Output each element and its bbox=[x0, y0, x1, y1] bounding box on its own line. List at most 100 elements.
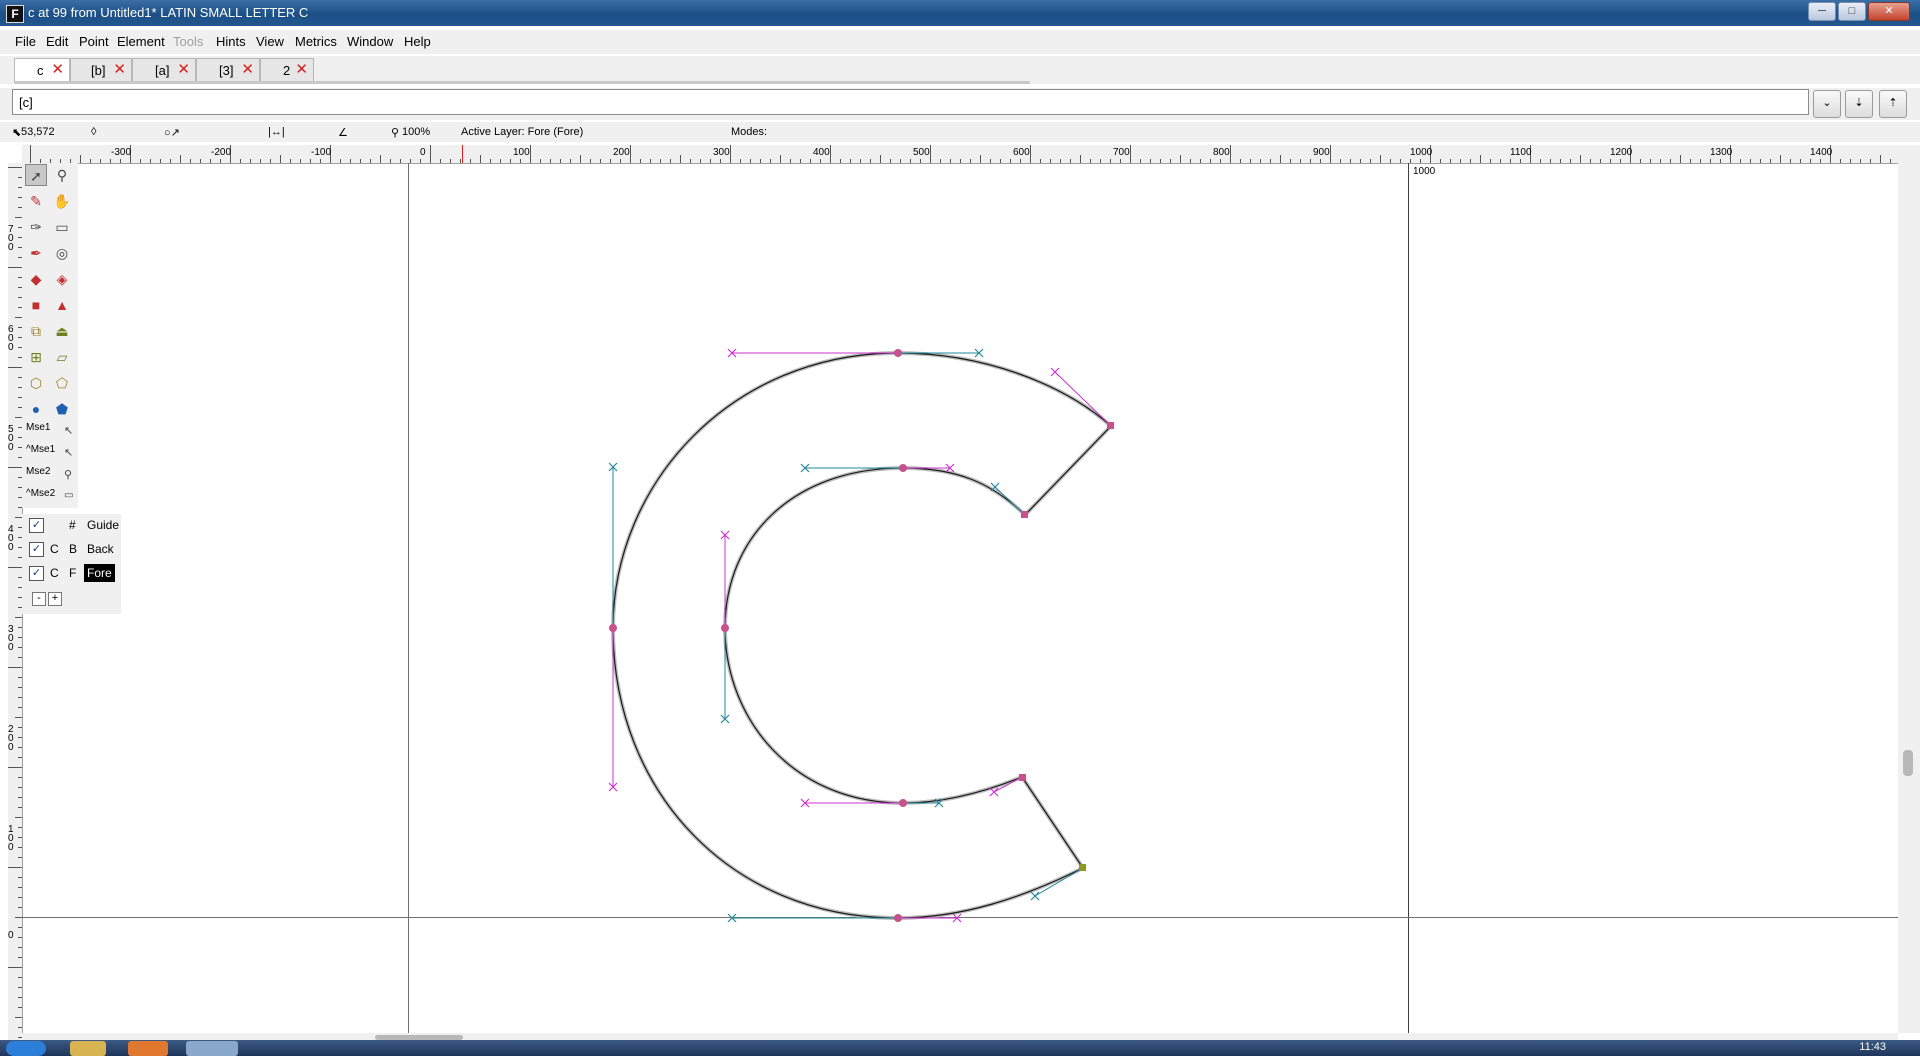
minimize-button[interactable]: ─ bbox=[1808, 2, 1836, 21]
close-tab-icon[interactable]: ✕ bbox=[241, 60, 254, 78]
layer-name[interactable]: Fore bbox=[84, 564, 115, 582]
glyph-canvas[interactable]: 1000 bbox=[22, 163, 1898, 1033]
tab-3[interactable]: [3] ✕ bbox=[196, 58, 260, 81]
close-tab-icon[interactable]: ✕ bbox=[295, 60, 308, 78]
close-tab-icon[interactable]: ✕ bbox=[51, 60, 64, 78]
knife-icon[interactable]: ✑ bbox=[25, 216, 47, 238]
menu-element[interactable]: Element bbox=[117, 34, 165, 49]
perspective-icon[interactable]: ⬠ bbox=[51, 372, 73, 394]
curve-point[interactable] bbox=[721, 624, 729, 632]
control-handle bbox=[1034, 867, 1084, 897]
title-bar[interactable]: F c at 99 from Untitled1* LATIN SMALL LE… bbox=[0, 0, 1920, 26]
layer-visible-checkbox[interactable]: ✓ bbox=[29, 518, 44, 533]
cursor-coords: 53,572 bbox=[21, 126, 55, 138]
magnify-icon: ⚲ bbox=[64, 469, 73, 481]
curve-point[interactable] bbox=[899, 799, 907, 807]
vertical-ruler[interactable]: 700 600 500 400 300 200 100 0 bbox=[8, 163, 23, 1056]
tab-label: [3] bbox=[219, 63, 234, 78]
layer-name[interactable]: Guide bbox=[84, 516, 122, 534]
layer-visible-checkbox[interactable]: ✓ bbox=[29, 566, 44, 581]
start-button[interactable] bbox=[6, 1041, 46, 1056]
corner-point[interactable] bbox=[1021, 511, 1028, 518]
3d-rotate-icon[interactable]: ⬡ bbox=[25, 372, 47, 394]
flip-icon[interactable]: ⏏ bbox=[51, 320, 73, 342]
hruler-label: 1300 bbox=[1710, 147, 1733, 158]
tab-c[interactable]: c ✕ bbox=[14, 58, 70, 83]
menu-window[interactable]: Window bbox=[347, 34, 393, 49]
hruler-label: 1100 bbox=[1510, 147, 1532, 158]
menu-file[interactable]: File bbox=[15, 34, 36, 49]
tab-2[interactable]: 2 ✕ bbox=[260, 58, 314, 81]
curve-point[interactable] bbox=[894, 349, 902, 357]
menu-point[interactable]: Point bbox=[79, 34, 109, 49]
menu-hints[interactable]: Hints bbox=[216, 34, 246, 49]
tab-label: c bbox=[37, 63, 44, 78]
char-bar: ⌄ ⇣ ⇡ bbox=[0, 88, 1920, 120]
control-point[interactable] bbox=[1050, 367, 1060, 377]
close-window-button[interactable]: ✕ bbox=[1868, 2, 1910, 21]
layer-row-fore[interactable]: ✓ C F Fore bbox=[22, 562, 121, 584]
dropdown-button[interactable]: ⌄ bbox=[1813, 90, 1841, 118]
tab-scrollbar[interactable] bbox=[14, 81, 1030, 84]
polygon-icon[interactable]: ⬟ bbox=[51, 398, 73, 420]
point-info-icon: ◊ bbox=[91, 126, 97, 138]
prev-glyph-button[interactable]: ⇣ bbox=[1845, 90, 1873, 118]
layer-visible-checkbox[interactable]: ✓ bbox=[29, 542, 44, 557]
layer-tag: F bbox=[69, 566, 77, 580]
glyph-outline[interactable] bbox=[612, 352, 1112, 919]
hruler-label: 100 bbox=[513, 147, 530, 158]
tab-a[interactable]: [a] ✕ bbox=[132, 58, 196, 81]
remove-layer-button[interactable]: - bbox=[32, 592, 46, 606]
layer-row-back[interactable]: ✓ C B Back bbox=[22, 538, 121, 560]
maximize-button[interactable]: □ bbox=[1838, 2, 1866, 21]
vertical-scrollbar[interactable] bbox=[1898, 145, 1920, 1033]
fontforge-icon[interactable]: F bbox=[6, 5, 24, 23]
menu-help[interactable]: Help bbox=[404, 34, 431, 49]
menu-view[interactable]: View bbox=[256, 34, 284, 49]
vruler-label: 600 bbox=[8, 324, 14, 353]
menu-tools[interactable]: Tools bbox=[173, 34, 203, 49]
curve-point[interactable] bbox=[899, 464, 907, 472]
corner-point-icon[interactable]: ■ bbox=[25, 294, 47, 316]
scroll-hand-icon[interactable]: ✋ bbox=[51, 190, 73, 212]
tab-b[interactable]: [b] ✕ bbox=[70, 58, 132, 81]
add-layer-button[interactable]: + bbox=[48, 592, 62, 606]
glyph-input[interactable] bbox=[12, 89, 1809, 115]
horizontal-scrollbar[interactable] bbox=[22, 1033, 1898, 1040]
fontforge-task-icon[interactable] bbox=[186, 1041, 238, 1056]
vertical-scroll-thumb[interactable] bbox=[1903, 750, 1913, 776]
rotate-icon[interactable]: ⊞ bbox=[25, 346, 47, 368]
hruler-label: 400 bbox=[813, 147, 830, 158]
freehand-icon[interactable]: ✎ bbox=[25, 190, 47, 212]
spiro-icon[interactable]: ◎ bbox=[51, 242, 73, 264]
curve-point[interactable] bbox=[609, 624, 617, 632]
skew-icon[interactable]: ▱ bbox=[51, 346, 73, 368]
horizontal-ruler[interactable]: -300 -200 -100 0 100 200 300 400 500 600… bbox=[22, 145, 1920, 164]
pen-icon[interactable]: ✒ bbox=[25, 242, 47, 264]
active-layer-label: Active Layer: Fore (Fore) bbox=[461, 126, 584, 138]
start-point[interactable] bbox=[1079, 864, 1086, 871]
next-glyph-button[interactable]: ⇡ bbox=[1879, 90, 1907, 118]
firefox-icon[interactable] bbox=[128, 1041, 168, 1056]
hv-curve-point-icon[interactable]: ◈ bbox=[51, 268, 73, 290]
ruler-icon[interactable]: ▭ bbox=[51, 216, 73, 238]
ellipse-icon[interactable]: ● bbox=[25, 398, 47, 420]
curve-point-icon[interactable]: ◆ bbox=[25, 268, 47, 290]
menu-edit[interactable]: Edit bbox=[46, 34, 68, 49]
tangent-point-icon[interactable]: ▲ bbox=[51, 294, 73, 316]
layer-row-guide[interactable]: ✓ # Guide bbox=[22, 514, 121, 536]
close-tab-icon[interactable]: ✕ bbox=[113, 60, 126, 78]
corner-point[interactable] bbox=[1019, 774, 1026, 781]
menu-metrics[interactable]: Metrics bbox=[295, 34, 337, 49]
control-point[interactable] bbox=[1030, 891, 1040, 901]
clock: 11:43 bbox=[1859, 1041, 1886, 1053]
scale-icon[interactable]: ⧉ bbox=[25, 320, 47, 342]
pointer-icon[interactable]: ➚ bbox=[25, 164, 47, 186]
explorer-icon[interactable] bbox=[70, 1041, 106, 1056]
corner-point[interactable] bbox=[1107, 422, 1114, 429]
layer-name[interactable]: Back bbox=[84, 540, 117, 558]
vruler-label: 500 bbox=[8, 424, 14, 453]
magnify-icon[interactable]: ⚲ bbox=[51, 164, 73, 186]
curve-point[interactable] bbox=[894, 914, 902, 922]
close-tab-icon[interactable]: ✕ bbox=[177, 60, 190, 78]
